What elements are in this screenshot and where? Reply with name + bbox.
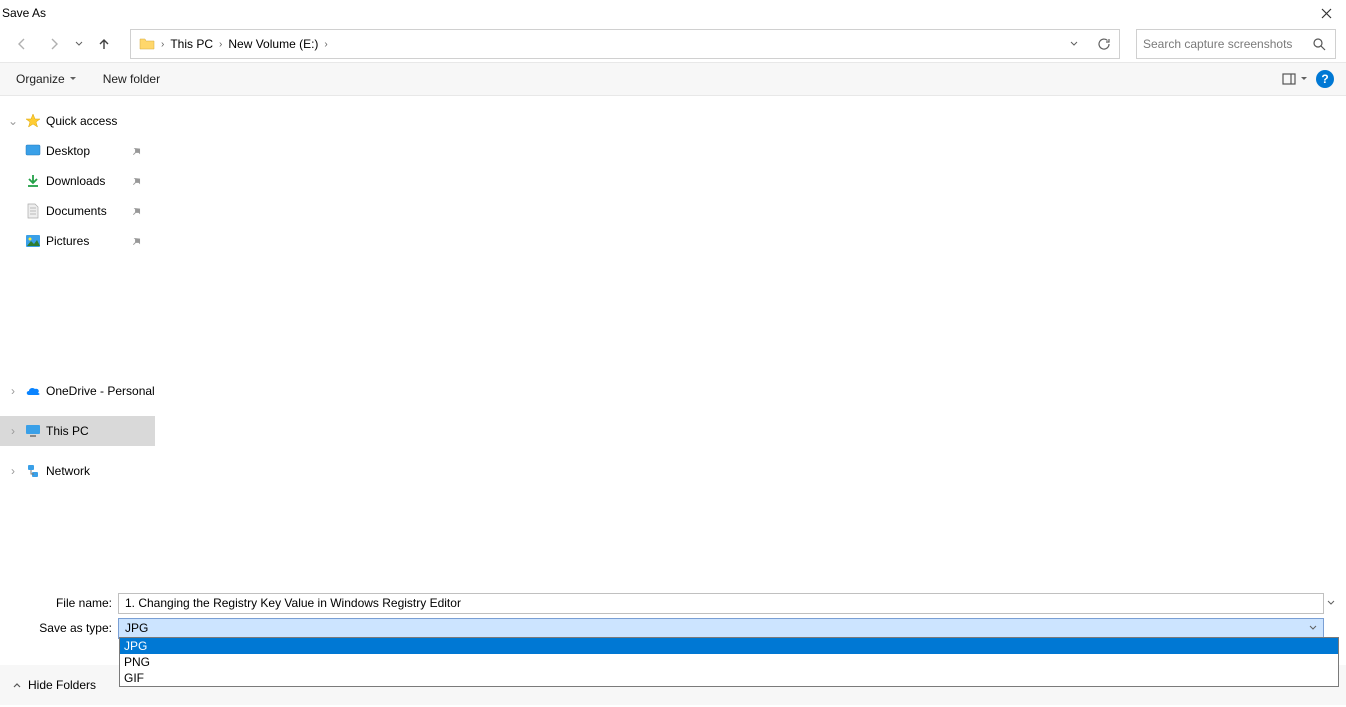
forward-button[interactable] xyxy=(40,30,68,58)
hide-folders-label: Hide Folders xyxy=(28,678,96,692)
close-button[interactable] xyxy=(1306,0,1346,26)
file-name-label: File name: xyxy=(0,596,118,610)
breadcrumb-volume[interactable]: New Volume (E:) xyxy=(224,30,322,58)
computer-icon xyxy=(24,422,42,440)
main-area: ⌄ Quick access Desktop Downloads xyxy=(0,96,1346,590)
chevron-down-icon xyxy=(1327,599,1335,607)
tree-label: OneDrive - Personal xyxy=(46,384,155,398)
organize-button[interactable]: Organize xyxy=(12,70,81,88)
documents-icon xyxy=(24,202,42,220)
navigation-pane: ⌄ Quick access Desktop Downloads xyxy=(0,96,155,590)
filename-history-button[interactable] xyxy=(1324,592,1338,614)
dropdown-option-jpg[interactable]: JPG xyxy=(120,638,1338,654)
dropdown-option-png[interactable]: PNG xyxy=(120,654,1338,670)
hide-folders-button[interactable]: Hide Folders xyxy=(12,678,96,692)
file-list-pane[interactable] xyxy=(155,96,1346,590)
close-icon xyxy=(1321,8,1332,19)
window-title: Save As xyxy=(2,6,46,20)
search-icon xyxy=(1313,38,1329,51)
tree-label: Pictures xyxy=(46,234,89,248)
chevron-down-icon xyxy=(1309,624,1317,632)
dropdown-arrow-icon xyxy=(69,75,77,83)
tree-item-this-pc[interactable]: › This PC xyxy=(0,416,155,446)
arrow-left-icon xyxy=(14,36,30,52)
dropdown-arrow-icon xyxy=(1300,75,1308,83)
search-input[interactable] xyxy=(1143,37,1309,51)
tree-label: Documents xyxy=(46,204,107,218)
save-type-selected: JPG xyxy=(125,621,1309,635)
command-bar: Organize New folder ? xyxy=(0,62,1346,96)
tree-label: This PC xyxy=(46,424,89,438)
downloads-icon xyxy=(24,172,42,190)
up-button[interactable] xyxy=(90,30,118,58)
back-button[interactable] xyxy=(8,30,36,58)
breadcrumb-separator: › xyxy=(159,39,166,50)
cloud-icon xyxy=(24,382,42,400)
chevron-down-icon xyxy=(75,40,83,48)
save-panel: File name: Save as type: JPG JPG PNG GIF xyxy=(0,590,1346,707)
arrow-up-icon xyxy=(96,36,112,52)
pin-icon xyxy=(132,237,141,246)
expand-icon[interactable]: › xyxy=(6,464,20,478)
tree-label: Network xyxy=(46,464,90,478)
view-icon xyxy=(1282,73,1296,85)
breadcrumb-separator: › xyxy=(217,39,224,50)
tree-label: Desktop xyxy=(46,144,90,158)
address-bar[interactable]: › This PC › New Volume (E:) › xyxy=(130,29,1120,59)
tree-label: Quick access xyxy=(46,114,117,128)
tree-item-quick-access[interactable]: ⌄ Quick access xyxy=(0,106,155,136)
chevron-down-icon xyxy=(1069,39,1079,49)
tree-label: Downloads xyxy=(46,174,105,188)
change-view-button[interactable] xyxy=(1282,73,1308,85)
tree-item-desktop[interactable]: Desktop xyxy=(0,136,155,166)
desktop-icon xyxy=(24,142,42,160)
save-type-dropdown: JPG PNG GIF xyxy=(119,637,1339,687)
folder-icon xyxy=(135,37,159,51)
tree-item-onedrive[interactable]: › OneDrive - Personal xyxy=(0,376,155,406)
chevron-up-icon xyxy=(12,680,22,690)
breadcrumb-separator: › xyxy=(322,39,329,50)
organize-label: Organize xyxy=(16,72,65,86)
arrow-right-icon xyxy=(46,36,62,52)
expand-icon[interactable]: › xyxy=(6,424,20,438)
save-type-combo[interactable]: JPG xyxy=(118,618,1324,639)
search-box[interactable] xyxy=(1136,29,1336,59)
refresh-button[interactable] xyxy=(1089,30,1119,58)
pin-icon xyxy=(132,207,141,216)
star-icon xyxy=(24,112,42,130)
tree-item-documents[interactable]: Documents xyxy=(0,196,155,226)
dropdown-option-gif[interactable]: GIF xyxy=(120,670,1338,686)
pictures-icon xyxy=(24,232,42,250)
title-bar: Save As xyxy=(0,0,1346,26)
navigation-row: › This PC › New Volume (E:) › xyxy=(0,26,1346,62)
tree-item-pictures[interactable]: Pictures xyxy=(0,226,155,256)
help-button[interactable]: ? xyxy=(1316,70,1334,88)
address-history-button[interactable] xyxy=(1059,30,1089,58)
collapse-icon[interactable]: ⌄ xyxy=(6,114,20,128)
network-icon xyxy=(24,462,42,480)
pin-icon xyxy=(132,177,141,186)
new-folder-button[interactable]: New folder xyxy=(99,70,164,88)
save-type-label: Save as type: xyxy=(0,621,118,635)
file-name-input[interactable] xyxy=(118,593,1324,614)
tree-item-network[interactable]: › Network xyxy=(0,456,155,486)
breadcrumb-this-pc[interactable]: This PC xyxy=(166,30,217,58)
refresh-icon xyxy=(1097,37,1111,51)
tree-item-downloads[interactable]: Downloads xyxy=(0,166,155,196)
help-icon: ? xyxy=(1321,72,1328,86)
pin-icon xyxy=(132,147,141,156)
new-folder-label: New folder xyxy=(103,72,160,86)
recent-locations-button[interactable] xyxy=(72,40,86,48)
expand-icon[interactable]: › xyxy=(6,384,20,398)
